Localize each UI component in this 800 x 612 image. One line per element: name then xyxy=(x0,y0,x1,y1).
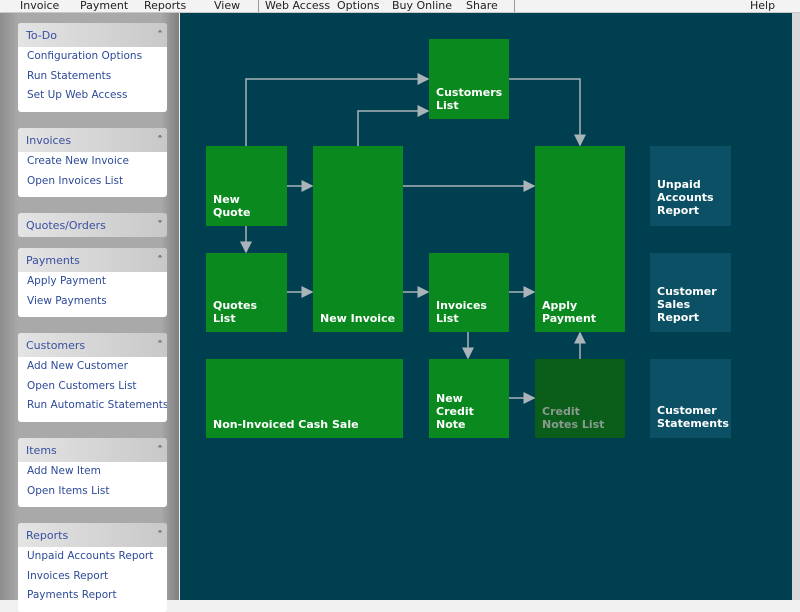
unpaid-accounts-report-button[interactable]: Unpaid Accounts Report xyxy=(650,146,731,226)
credit-notes-list-button[interactable]: Credit Notes List xyxy=(535,359,625,438)
cash-sale-button[interactable]: Non-Invoiced Cash Sale xyxy=(206,359,403,438)
arrow xyxy=(245,73,430,146)
new-invoice-button[interactable]: New Invoice xyxy=(313,146,403,332)
quotes-list-button[interactable]: Quotes List xyxy=(206,253,287,332)
invoices-list-button[interactable]: Invoices List xyxy=(429,253,509,332)
customer-statements-button[interactable]: Customer Statements xyxy=(650,359,731,438)
arrow xyxy=(357,105,430,146)
customers-list-button[interactable]: Customers List xyxy=(429,39,509,119)
apply-payment-button[interactable]: Apply Payment xyxy=(535,146,625,332)
new-credit-note-button[interactable]: New Credit Note xyxy=(429,359,509,438)
new-quote-button[interactable]: New Quote xyxy=(206,146,287,226)
arrow xyxy=(509,78,586,147)
customer-sales-report-button[interactable]: Customer Sales Report xyxy=(650,253,731,332)
